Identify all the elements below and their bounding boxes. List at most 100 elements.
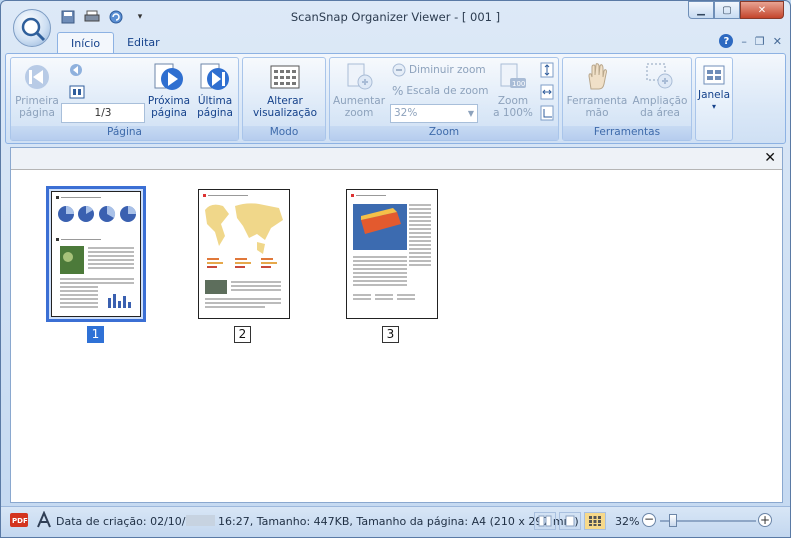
thumbnail-page-2[interactable] bbox=[198, 189, 290, 319]
thumbnail-page-1[interactable] bbox=[51, 191, 141, 317]
hand-tool-label: Ferramenta mão bbox=[566, 95, 628, 119]
doc-restore-icon[interactable]: ❐ bbox=[755, 35, 765, 48]
redacted-year bbox=[185, 515, 215, 526]
zoom-in-label: Aumentar zoom bbox=[332, 95, 386, 119]
svg-text:100: 100 bbox=[512, 80, 525, 88]
print-icon[interactable] bbox=[83, 9, 101, 25]
two-page-view-icon[interactable] bbox=[534, 512, 556, 530]
thumbnail-grid-icon bbox=[270, 65, 300, 89]
zoom-slider-thumb[interactable] bbox=[669, 514, 677, 527]
fit-page-icon[interactable] bbox=[540, 105, 554, 124]
status-bar: PDF Data de criação: 02/10/ 16:27, Taman… bbox=[1, 506, 790, 537]
maximize-button[interactable]: ▢ bbox=[714, 1, 740, 19]
thumbnail-view-icon[interactable] bbox=[584, 512, 606, 530]
title-bar: ScanSnap Organizer Viewer - [ 001 ] ▾ ▁ … bbox=[1, 1, 790, 31]
page-view-icon[interactable] bbox=[69, 85, 85, 102]
last-page-button[interactable]: Última página bbox=[193, 62, 237, 119]
zoom-in-circle-icon[interactable]: + bbox=[758, 513, 772, 527]
window-button[interactable]: Janela ▾ bbox=[696, 64, 732, 113]
zoom-select-value: 32% bbox=[394, 107, 418, 119]
next-page-label: Próxima página bbox=[147, 95, 191, 119]
hand-tool-button[interactable]: Ferramenta mão bbox=[565, 62, 629, 119]
zoom-100-label: Zoom a 100% bbox=[493, 95, 533, 119]
app-logo-icon bbox=[21, 17, 46, 42]
group-pagina-label: Página bbox=[11, 126, 238, 140]
quick-access-toolbar: ▾ bbox=[59, 9, 149, 25]
zoom-select[interactable]: 32% ▼ bbox=[390, 104, 478, 123]
single-page-view-icon[interactable] bbox=[559, 512, 581, 530]
page-3-preview bbox=[351, 194, 431, 300]
app-menu-button[interactable] bbox=[13, 9, 51, 47]
app-window: ScanSnap Organizer Viewer - [ 001 ] ▾ ▁ … bbox=[0, 0, 791, 538]
area-zoom-label: Ampliação da área bbox=[632, 95, 688, 119]
svg-text:PDF: PDF bbox=[12, 517, 28, 525]
close-panel-icon[interactable]: ✕ bbox=[764, 150, 776, 166]
thumbnail-number-1: 1 bbox=[87, 326, 104, 343]
first-page-icon bbox=[25, 65, 49, 89]
zoom-in-icon bbox=[347, 63, 373, 90]
next-page-icon bbox=[154, 63, 183, 90]
change-view-button[interactable]: Alterar visualização bbox=[245, 64, 325, 119]
chevron-down-icon: ▼ bbox=[467, 109, 474, 118]
change-view-label: Alterar visualização bbox=[252, 95, 318, 119]
view-mode-switcher bbox=[534, 512, 606, 530]
group-ferramentas-label: Ferramentas bbox=[563, 126, 691, 140]
zoom-scale-label: Escala de zoom bbox=[406, 85, 489, 97]
chevron-down-icon: ▾ bbox=[711, 102, 716, 111]
doc-minimize-icon[interactable]: – bbox=[741, 35, 747, 48]
first-page-button[interactable]: Primeira página bbox=[15, 62, 59, 119]
window-label: Janela bbox=[698, 89, 730, 101]
zoom-100-button[interactable]: 100 Zoom a 100% bbox=[490, 62, 536, 119]
save-icon[interactable] bbox=[59, 9, 77, 25]
document-info: Data de criação: 02/10/ 16:27, Tamanho: … bbox=[56, 515, 579, 528]
group-pagina: Primeira página 1/3 Próxima página Últim… bbox=[10, 57, 239, 141]
minimize-button[interactable]: ▁ bbox=[688, 1, 714, 19]
group-ferramentas: Ferramenta mão Ampliação da área Ferrame… bbox=[562, 57, 692, 141]
font-icon bbox=[36, 510, 52, 532]
undo-icon[interactable] bbox=[107, 9, 125, 25]
close-button[interactable]: ✕ bbox=[740, 1, 784, 19]
zoom-scale-button[interactable]: % Escala de zoom bbox=[392, 84, 488, 98]
zoom-out-label: Diminuir zoom bbox=[409, 64, 486, 76]
thumbnail-page-3[interactable] bbox=[346, 189, 438, 319]
hand-icon bbox=[588, 63, 607, 90]
group-janela: Janela ▾ bbox=[695, 57, 733, 141]
group-zoom-label: Zoom bbox=[330, 126, 558, 140]
group-zoom: Aumentar zoom Diminuir zoom % Escala de … bbox=[329, 57, 559, 141]
zoom-out-circle-icon[interactable]: − bbox=[642, 513, 656, 527]
zoom-in-button[interactable]: Aumentar zoom bbox=[332, 62, 386, 119]
thumbnail-panel: ✕ 1 2 3 bbox=[10, 147, 783, 503]
help-icon[interactable]: ? bbox=[719, 34, 734, 48]
area-zoom-button[interactable]: Ampliação da área bbox=[629, 62, 691, 119]
customize-toolbar-icon[interactable]: ▾ bbox=[131, 9, 149, 25]
last-page-label: Última página bbox=[197, 95, 233, 119]
ribbon-tabs: Início Editar bbox=[57, 32, 173, 54]
status-zoom-value: 32% bbox=[615, 515, 640, 528]
zoom-out-icon bbox=[392, 63, 406, 77]
zoom-out-button[interactable]: Diminuir zoom bbox=[392, 63, 486, 77]
tab-editar[interactable]: Editar bbox=[114, 32, 173, 54]
prev-page-icon[interactable] bbox=[69, 63, 83, 80]
ribbon: Primeira página 1/3 Próxima página Últim… bbox=[5, 53, 786, 144]
group-modo: Alterar visualização Modo bbox=[242, 57, 326, 141]
percent-icon: % bbox=[392, 84, 404, 98]
fit-height-icon[interactable] bbox=[540, 62, 554, 81]
ribbon-controls: ? – ❐ ✕ bbox=[719, 34, 782, 48]
page-number-input[interactable]: 1/3 bbox=[61, 103, 145, 123]
pdf-icon: PDF bbox=[10, 512, 28, 531]
first-page-label: Primeira página bbox=[15, 95, 59, 119]
panel-header: ✕ bbox=[11, 148, 782, 170]
last-page-icon bbox=[200, 63, 229, 90]
area-zoom-icon bbox=[646, 63, 673, 89]
thumbnail-number-2: 2 bbox=[234, 326, 251, 343]
page-1-preview bbox=[56, 196, 136, 308]
next-page-button[interactable]: Próxima página bbox=[147, 62, 191, 119]
page-2-preview bbox=[203, 194, 283, 308]
fit-width-icon[interactable] bbox=[540, 84, 554, 103]
zoom-100-icon: 100 bbox=[500, 63, 526, 88]
group-modo-label: Modo bbox=[243, 126, 325, 140]
doc-close-icon[interactable]: ✕ bbox=[773, 35, 782, 48]
tab-inicio[interactable]: Início bbox=[57, 32, 115, 54]
window-layout-icon bbox=[703, 65, 725, 85]
thumbnail-number-3: 3 bbox=[382, 326, 399, 343]
